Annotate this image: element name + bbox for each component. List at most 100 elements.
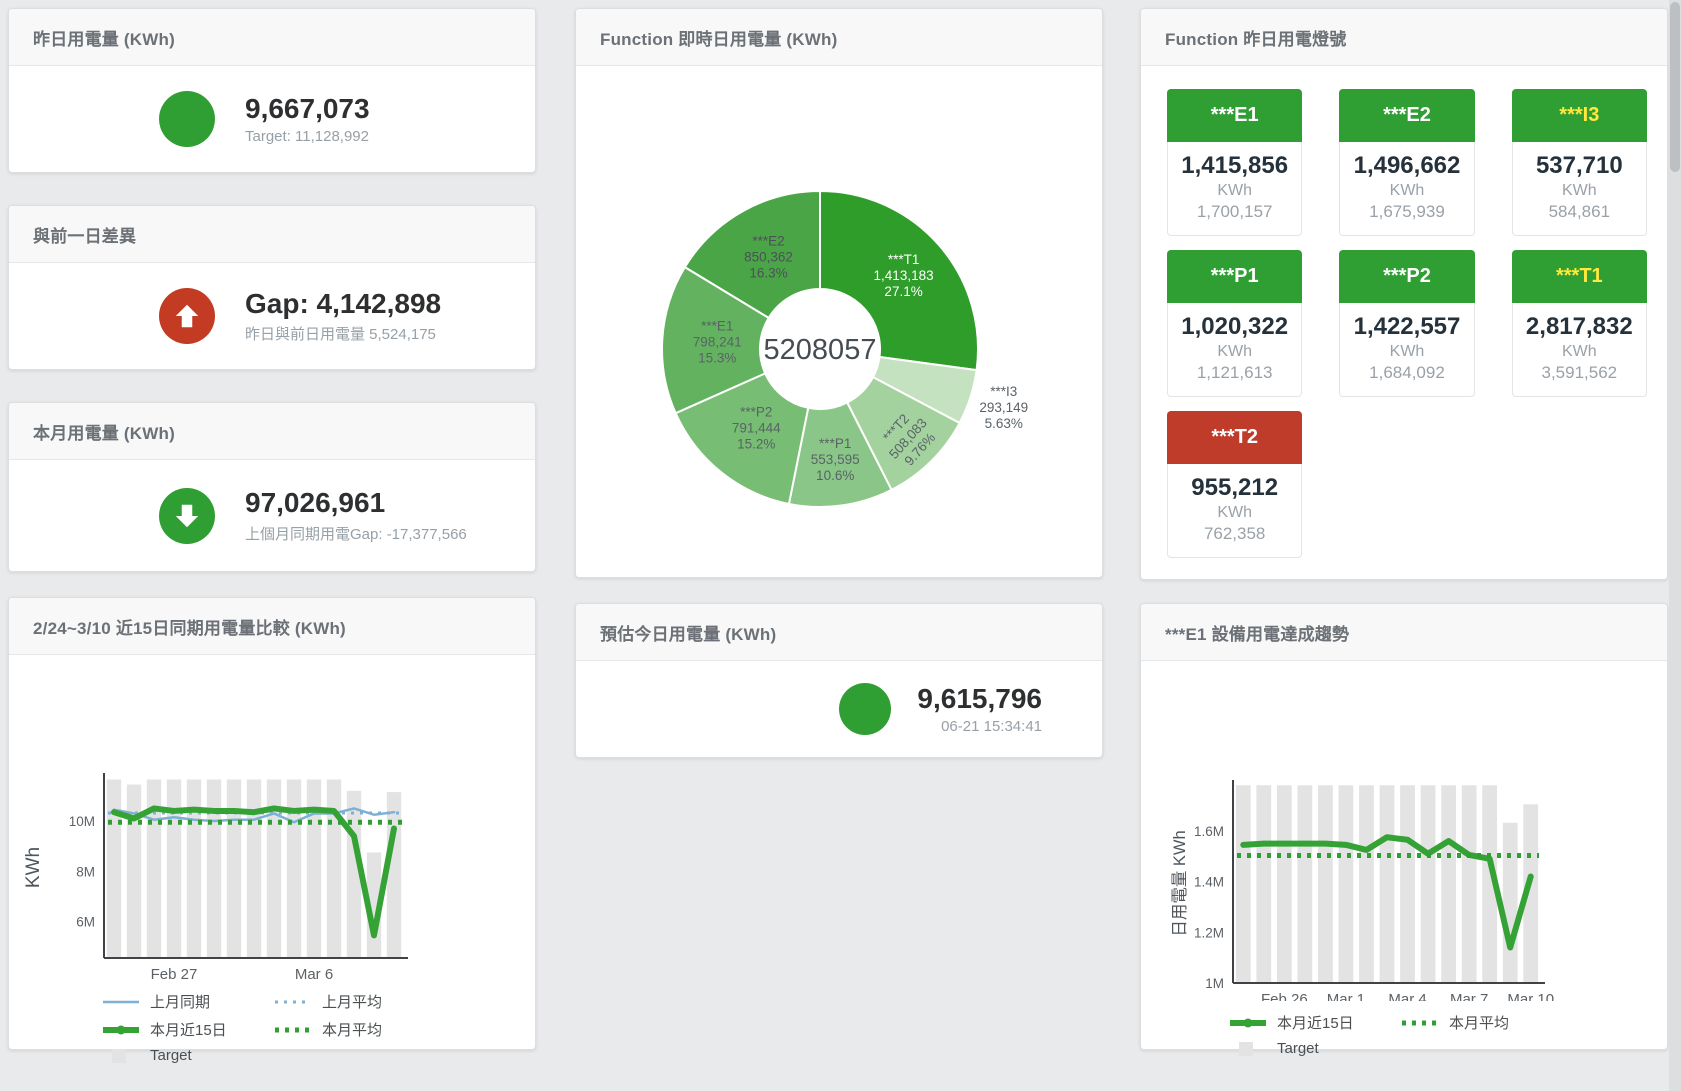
- panel-compare-title: 2/24~3/10 近15日同期用電量比較 (KWh): [33, 614, 346, 639]
- status-circle-green-icon: [159, 91, 215, 147]
- tile-value: 1,496,662: [1344, 152, 1469, 180]
- tile-unit: KWh: [1172, 343, 1297, 361]
- target-bar: [387, 792, 401, 958]
- panel-month-header: 本月用電量 (KWh): [9, 403, 535, 460]
- legend-swatch-icon: [102, 1048, 140, 1064]
- panel-trend-chart: ***E1 設備用電達成趨勢 1M1.2M1.4M1.6MFeb 26Mar 1…: [1140, 603, 1668, 1050]
- panel-trend-title: ***E1 設備用電達成趨勢: [1165, 620, 1349, 645]
- target-bar: [1256, 785, 1271, 983]
- target-bar: [207, 780, 221, 958]
- scrollbar-track[interactable]: [1669, 0, 1681, 1091]
- panel-lights-header: Function 昨日用電燈號: [1141, 9, 1667, 66]
- legend-item-本月近15日[interactable]: 本月近15日: [102, 1019, 274, 1040]
- tile-baseline: 1,684,092: [1344, 363, 1469, 383]
- tile-baseline: 1,700,157: [1172, 202, 1297, 222]
- light-tile-T2: ***T2955,212KWh762,358: [1167, 411, 1302, 558]
- y-tick-label: 8M: [76, 864, 95, 879]
- panel-yesterday-header: 昨日用電量 (KWh): [9, 9, 535, 66]
- tile-baseline: 1,121,613: [1172, 363, 1297, 383]
- target-bar: [187, 780, 201, 958]
- y-tick-label: 1.2M: [1194, 925, 1224, 940]
- tile-body: 537,710KWh584,861: [1512, 142, 1647, 236]
- legend-item-本月平均[interactable]: 本月平均: [274, 1019, 504, 1040]
- panel-realtime-header: Function 即時日用電量 (KWh): [576, 9, 1102, 66]
- panel-forecast-title: 預估今日用電量 (KWh): [600, 620, 776, 645]
- legend-swatch-icon: [274, 994, 312, 1010]
- legend-item-Target[interactable]: Target: [102, 1047, 274, 1064]
- donut-center-total: 5208057: [764, 334, 877, 366]
- light-tile-T1: ***T12,817,832KWh3,591,562: [1512, 250, 1647, 397]
- tile-baseline: 762,358: [1172, 524, 1297, 544]
- legend-item-本月平均[interactable]: 本月平均: [1401, 1012, 1631, 1033]
- arrow-down-circle-icon: [159, 488, 215, 544]
- forecast-value: 9,615,796: [917, 683, 1042, 715]
- target-bar: [287, 780, 301, 958]
- tile-unit: KWh: [1517, 343, 1642, 361]
- realtime-donut-chart: ***T11,413,18327.1%***I3293,1495.63%***T…: [576, 66, 1102, 578]
- x-tick-label: Mar 7: [1450, 991, 1488, 1001]
- target-bar: [127, 785, 141, 958]
- tile-header-label: ***T2: [1167, 411, 1302, 464]
- legend-label: 本月近15日: [1277, 1012, 1354, 1033]
- target-bar: [227, 780, 241, 958]
- tile-body: 1,020,322KWh1,121,613: [1167, 303, 1302, 397]
- y-tick-label: 10M: [69, 814, 95, 829]
- x-tick-label: Mar 1: [1327, 991, 1365, 1001]
- tile-body: 1,496,662KWh1,675,939: [1339, 142, 1474, 236]
- panel-day-gap-title: 與前一日差異: [33, 222, 136, 247]
- target-bar: [1318, 785, 1333, 983]
- panel-realtime-title: Function 即時日用電量 (KWh): [600, 25, 837, 50]
- trend-legend: 本月近15日 本月平均Target: [1229, 1012, 1667, 1057]
- tile-value: 1,422,557: [1344, 313, 1469, 341]
- target-bar: [107, 780, 121, 958]
- panel-compare-chart: 2/24~3/10 近15日同期用電量比較 (KWh) 6M 8M 10M Feb 2…: [8, 597, 536, 1050]
- target-bar: [1297, 785, 1312, 983]
- tile-header-label: ***P2: [1339, 250, 1474, 303]
- target-bar: [1236, 785, 1251, 983]
- month-usage-gap: 上個月同期用電Gap: -17,377,566: [245, 523, 467, 544]
- arrow-down-icon: [172, 501, 202, 531]
- target-bar: [1462, 785, 1477, 983]
- legend-swatch-icon: [1401, 1015, 1439, 1031]
- scrollbar-thumb[interactable]: [1670, 2, 1680, 172]
- y-tick-label: 1M: [1205, 976, 1224, 991]
- y-tick-label: 6M: [76, 915, 95, 930]
- donut-label-I3: ***I3293,1495.63%: [979, 384, 1028, 431]
- x-tick-label: Mar 10: [1507, 991, 1554, 1001]
- legend-swatch-icon: [274, 1022, 312, 1038]
- tile-header-label: ***E2: [1339, 89, 1474, 142]
- tile-body: 2,817,832KWh3,591,562: [1512, 303, 1647, 397]
- legend-label: 本月平均: [322, 1019, 382, 1040]
- tile-value: 1,415,856: [1172, 152, 1297, 180]
- light-tile-P1: ***P11,020,322KWh1,121,613: [1167, 250, 1302, 397]
- tile-value: 537,710: [1517, 152, 1642, 180]
- tile-baseline: 584,861: [1517, 202, 1642, 222]
- light-tile-E1: ***E11,415,856KWh1,700,157: [1167, 89, 1302, 236]
- legend-item-本月近15日[interactable]: 本月近15日: [1229, 1012, 1401, 1033]
- panel-lights: Function 昨日用電燈號 ***E11,415,856KWh1,700,1…: [1140, 8, 1668, 580]
- panel-compare-header: 2/24~3/10 近15日同期用電量比較 (KWh): [9, 598, 535, 655]
- yesterday-usage-target: Target: 11,128,992: [245, 128, 370, 145]
- panel-day-gap: 與前一日差異 Gap: 4,142,898 昨日與前日用電量 5,524,175: [8, 205, 536, 370]
- tile-value: 955,212: [1172, 474, 1297, 502]
- panel-yesterday-title: 昨日用電量 (KWh): [33, 25, 175, 50]
- y-axis-title: 日用電量 KWh: [1171, 830, 1189, 936]
- legend-item-Target[interactable]: Target: [1229, 1040, 1401, 1057]
- target-bar: [1400, 785, 1415, 983]
- panel-forecast-header: 預估今日用電量 (KWh): [576, 604, 1102, 661]
- panel-realtime-donut: Function 即時日用電量 (KWh) ***T11,413,18327.1…: [575, 8, 1103, 578]
- compare-line-chart: 6M8M10MFeb 27Mar 6KWh: [9, 655, 535, 980]
- legend-item-上月平均[interactable]: 上月平均: [274, 991, 504, 1012]
- tile-header-label: ***T1: [1512, 250, 1647, 303]
- tile-header-label: ***I3: [1512, 89, 1647, 142]
- day-gap-value: Gap: 4,142,898: [245, 288, 441, 320]
- legend-label: 上月同期: [150, 991, 210, 1012]
- y-tick-label: 1.6M: [1194, 824, 1224, 839]
- light-tile-P2: ***P21,422,557KWh1,684,092: [1339, 250, 1474, 397]
- arrow-up-circle-icon: [159, 288, 215, 344]
- x-tick-label: Feb 27: [151, 966, 198, 980]
- tile-baseline: 3,591,562: [1517, 363, 1642, 383]
- trend-line-chart: 1M1.2M1.4M1.6MFeb 26Mar 1Mar 4Mar 7Mar 1…: [1141, 661, 1667, 1001]
- legend-item-上月同期[interactable]: 上月同期: [102, 991, 274, 1012]
- legend-swatch-icon: [1229, 1015, 1267, 1031]
